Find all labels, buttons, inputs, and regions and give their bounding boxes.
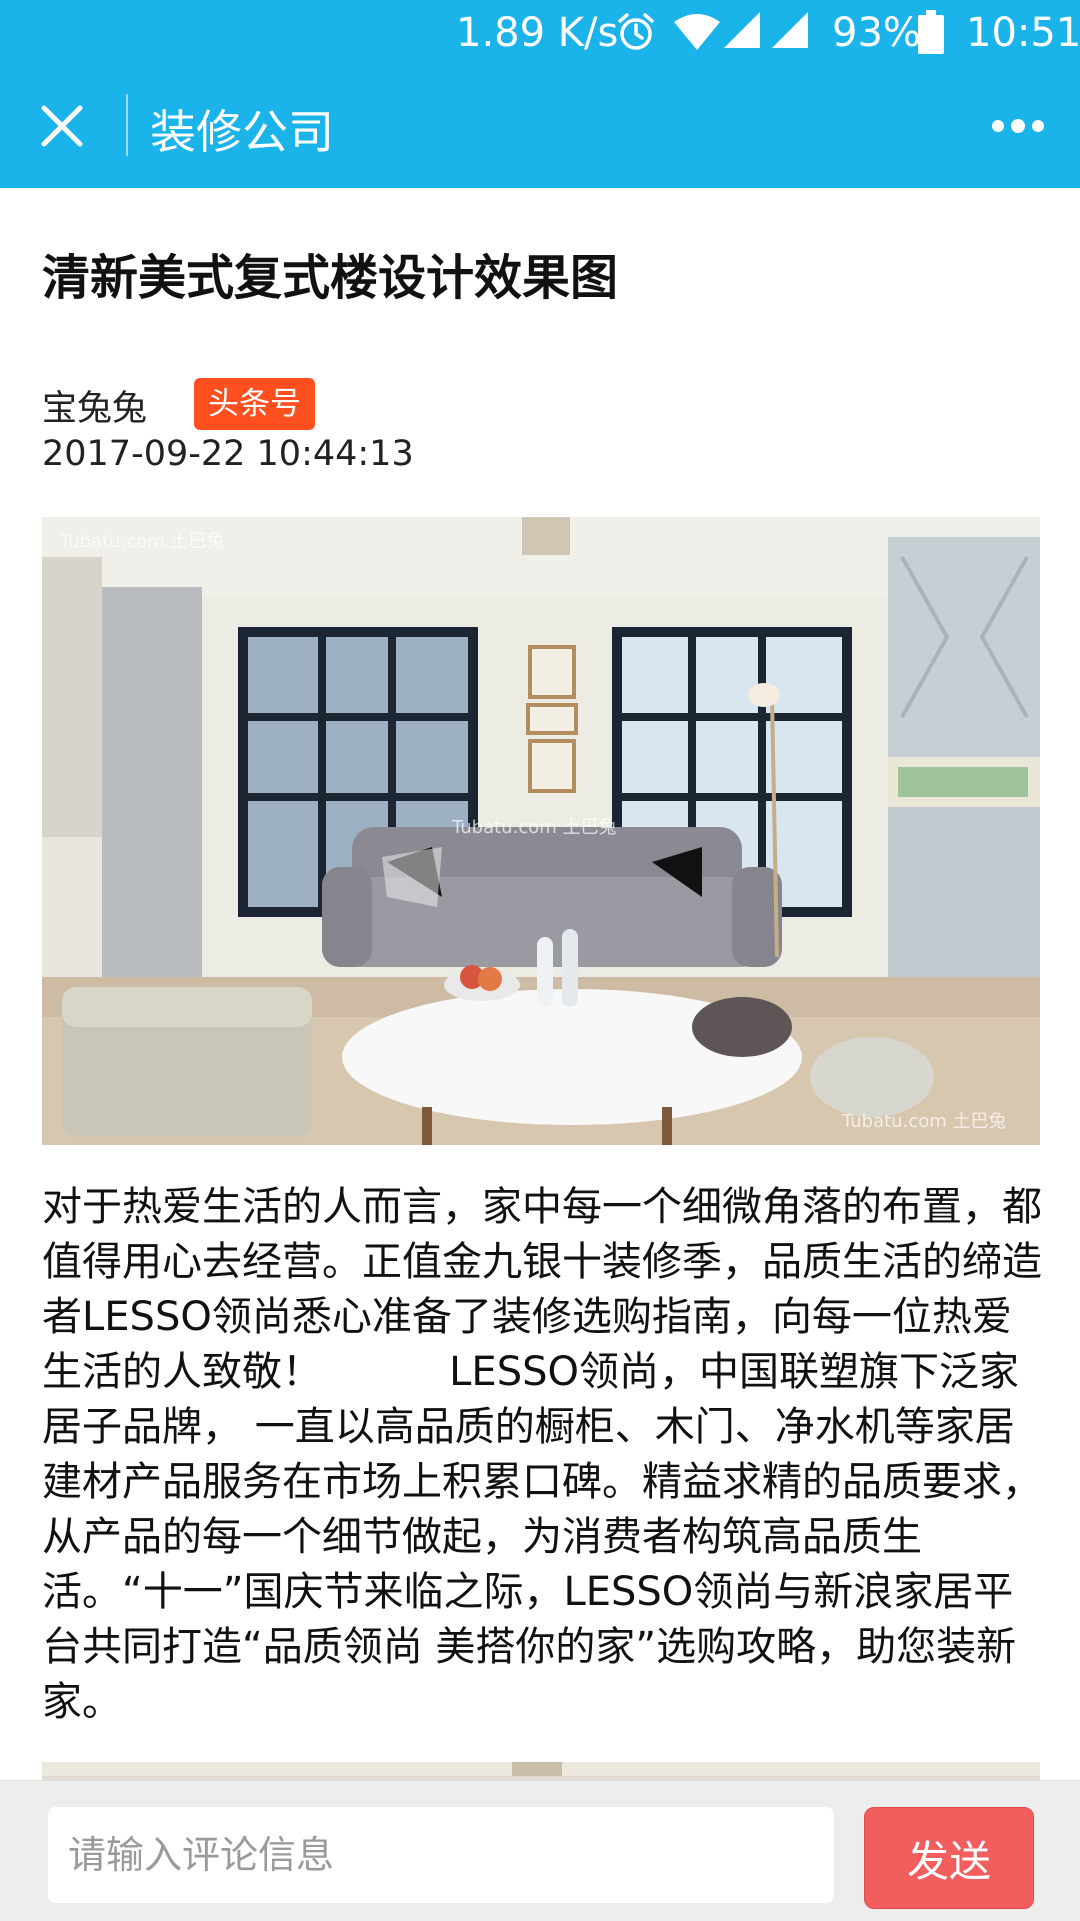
article-photo[interactable] [42,1762,1040,1780]
publish-datetime: 2017-09-22 10:44:13 [42,434,414,474]
author-name[interactable]: 宝兔兔 [42,380,147,431]
close-icon[interactable] [38,102,86,150]
watermark-text: Tubatu.com 土巴兔 [59,531,224,552]
battery-icon [918,10,944,54]
status-bar: 1.89 K/s 93% 10:51 [0,0,1080,62]
title-bar: 装修公司 [0,62,1080,188]
article-content: 清新美式复式楼设计效果图 宝兔兔 头条号 2017-09-22 10:44:13 [0,188,1080,1780]
network-speed: 1.89 K/s [456,10,619,56]
second-room-image-top [42,1762,1040,1780]
page-title: 装修公司 [150,105,334,159]
article-headline: 清新美式复式楼设计效果图 [42,250,619,306]
source-badge: 头条号 [194,378,315,430]
comment-input[interactable] [48,1807,834,1903]
watermark-text: Tubatu.com 土巴兔 [451,817,616,838]
battery-percent: 93% [832,10,921,56]
more-icon[interactable] [990,112,1046,140]
article-body: 对于热爱生活的人而言，家中每一个细微角落的布置，都值得用心去经营。正值金九银十装… [42,1184,1042,1725]
living-room-image: Tubatu.com 土巴兔 Tubatu.com 土巴兔 Tubatu.com… [42,517,1040,1145]
title-divider [126,94,128,156]
article-photo[interactable]: Tubatu.com 土巴兔 Tubatu.com 土巴兔 Tubatu.com… [42,517,1040,1145]
clock-time: 10:51 [966,10,1080,56]
wifi-icon [674,14,720,50]
alarm-icon [618,13,654,50]
signal-icon [724,12,760,48]
send-button[interactable]: 发送 [864,1807,1034,1909]
comment-bar: 发送 [0,1780,1080,1921]
watermark-text: Tubatu.com 土巴兔 [841,1111,1006,1132]
app-header: 1.89 K/s 93% 10:51 装修公司 [0,0,1080,188]
signal-icon [772,12,808,48]
